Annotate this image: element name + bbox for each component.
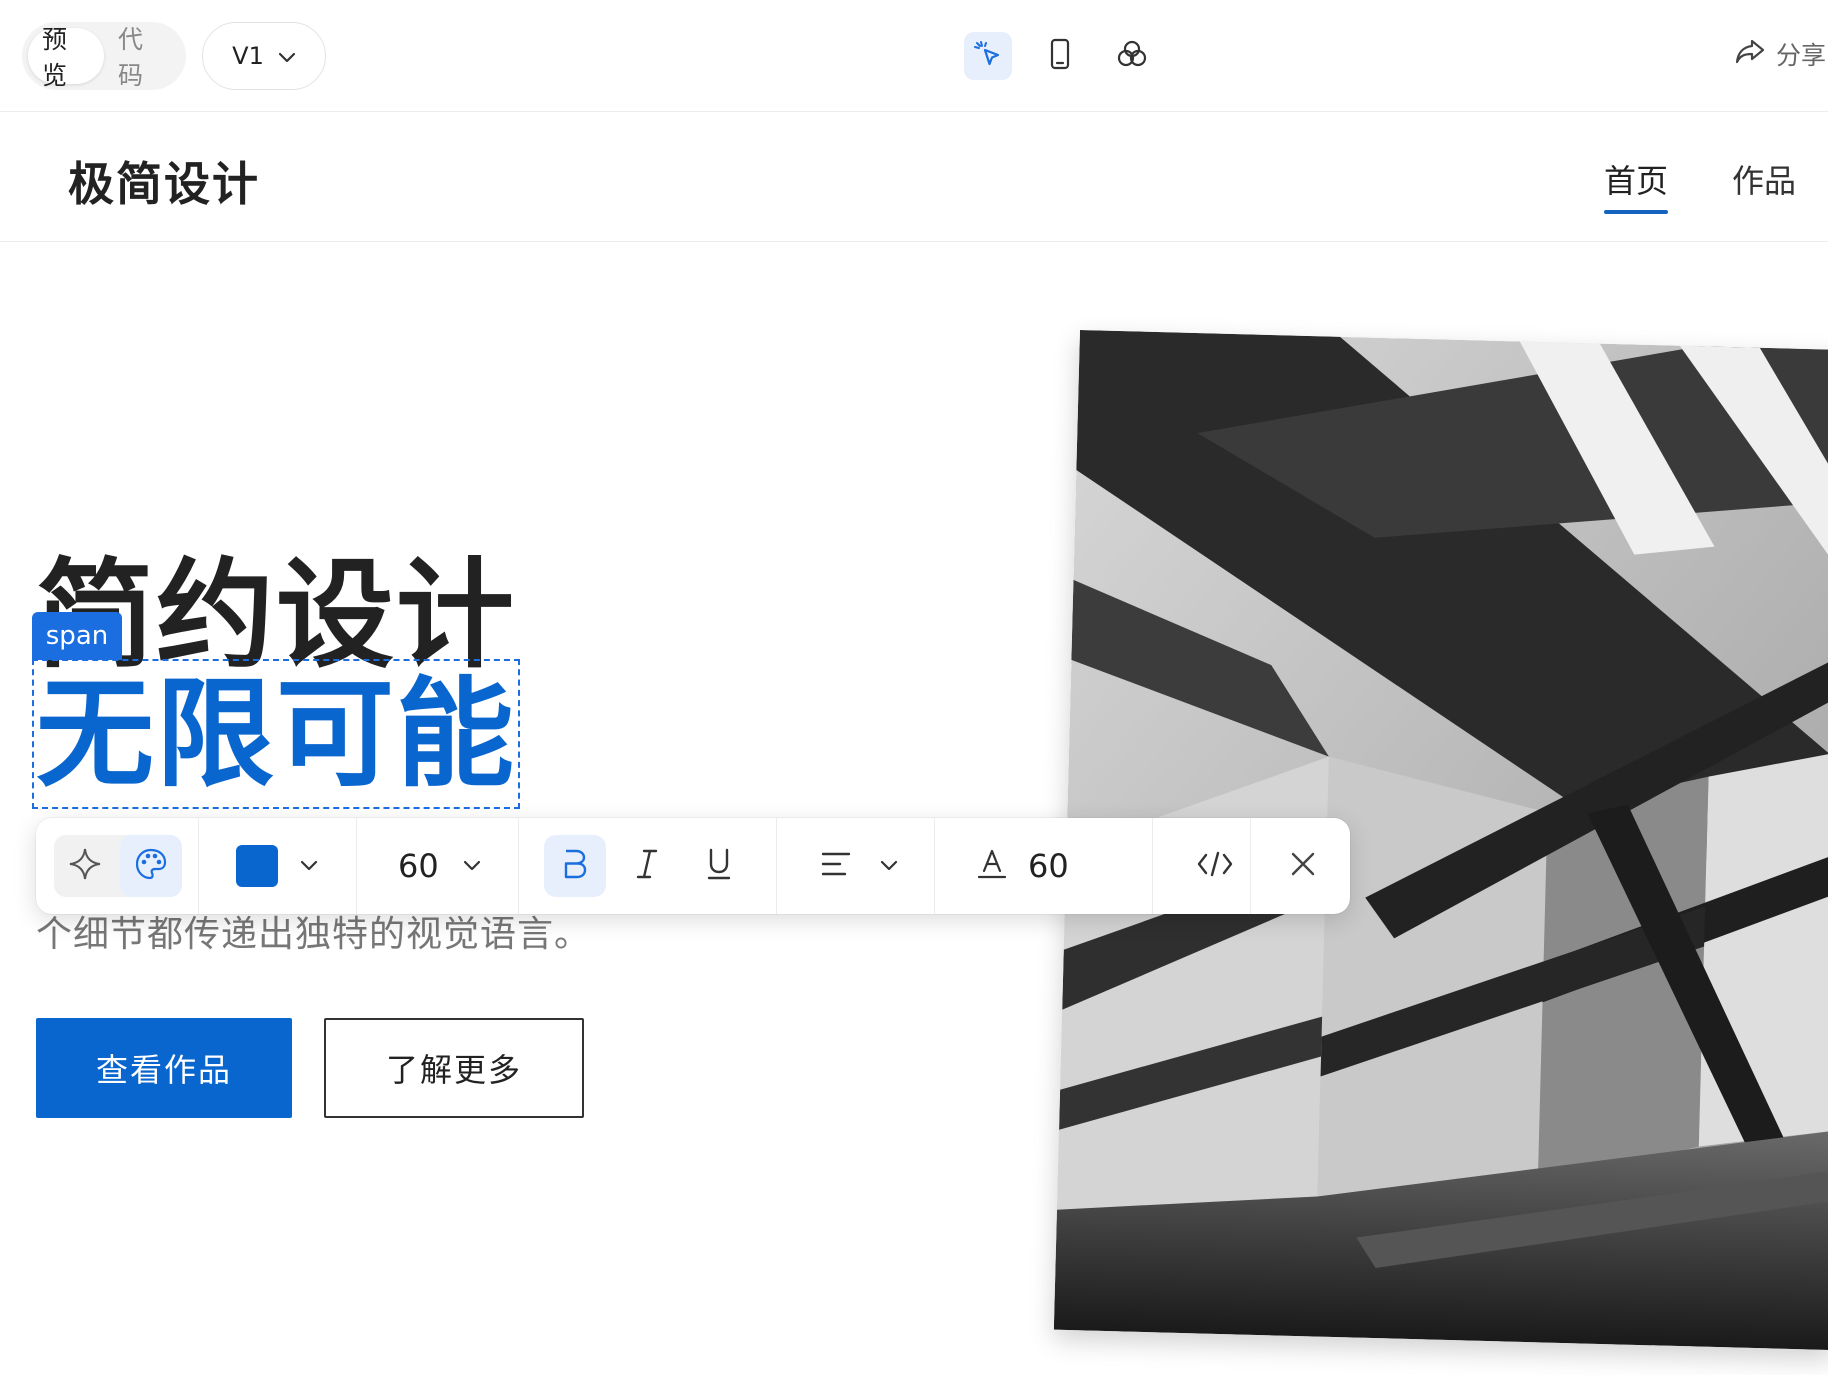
chevron-down-icon — [278, 42, 296, 70]
underline-button[interactable] — [688, 835, 750, 897]
active-underline — [1604, 210, 1669, 214]
chevron-down-icon — [463, 857, 481, 876]
version-select[interactable]: V1 — [202, 22, 326, 90]
divider — [934, 818, 935, 914]
italic-button[interactable] — [616, 835, 678, 897]
sparkle-icon — [67, 846, 103, 886]
palette-icon — [133, 846, 169, 886]
align-left-icon — [820, 849, 852, 883]
text-edit-toolbar: 60 60 — [36, 818, 1350, 914]
share-icon — [1734, 37, 1766, 71]
theme-button[interactable] — [1108, 32, 1156, 80]
line-height-input[interactable]: 60 — [976, 818, 1069, 914]
circles-icon — [1115, 38, 1149, 74]
style-edit-button[interactable] — [120, 835, 182, 897]
view-works-button[interactable]: 查看作品 — [36, 1018, 292, 1118]
nav-label: 首页 — [1604, 162, 1669, 200]
nav-item-home[interactable]: 首页 — [1604, 156, 1669, 214]
view-toggle: 预览 代码 — [22, 22, 186, 90]
view-code-button[interactable] — [1184, 835, 1246, 897]
italic-icon — [632, 847, 662, 885]
underline-icon — [704, 847, 734, 885]
share-button[interactable]: 分享 — [1734, 36, 1826, 72]
code-icon — [1196, 849, 1234, 883]
font-size-value: 60 — [398, 847, 439, 885]
line-height-value: 60 — [1028, 847, 1069, 885]
app-toolbar: 预览 代码 V1 分享 — [0, 0, 1828, 112]
divider — [518, 818, 519, 914]
phone-icon — [1046, 38, 1074, 74]
bold-icon — [560, 847, 590, 885]
close-toolbar-button[interactable] — [1272, 835, 1334, 897]
site-header: 极简设计 首页 作品 — [0, 112, 1828, 242]
text-align-select[interactable] — [820, 818, 898, 914]
divider — [776, 818, 777, 914]
divider — [1250, 818, 1251, 914]
chevron-down-icon — [300, 857, 318, 876]
color-swatch — [236, 845, 278, 887]
bold-button[interactable] — [544, 835, 606, 897]
select-element-button[interactable] — [964, 32, 1012, 80]
text-color-picker[interactable] — [236, 818, 318, 914]
close-icon — [1289, 850, 1317, 882]
site-logo[interactable]: 极简设计 — [68, 148, 260, 214]
font-size-select[interactable]: 60 — [398, 818, 481, 914]
learn-more-button[interactable]: 了解更多 — [324, 1018, 584, 1118]
nav-label: 作品 — [1732, 162, 1797, 200]
selection-outline — [32, 659, 520, 809]
selection-tag: span — [32, 612, 122, 660]
share-label: 分享 — [1776, 41, 1827, 70]
nav-item-works[interactable]: 作品 — [1732, 156, 1796, 202]
line-height-icon — [976, 847, 1008, 885]
mobile-preview-button[interactable] — [1036, 32, 1084, 80]
ai-edit-button[interactable] — [54, 835, 116, 897]
divider — [1152, 818, 1153, 914]
cursor-click-icon — [972, 38, 1004, 74]
divider — [198, 818, 199, 914]
code-tab[interactable]: 代码 — [104, 25, 180, 90]
chevron-down-icon — [880, 857, 898, 876]
version-label: V1 — [232, 42, 264, 70]
divider — [356, 818, 357, 914]
preview-tab[interactable]: 预览 — [28, 25, 104, 90]
